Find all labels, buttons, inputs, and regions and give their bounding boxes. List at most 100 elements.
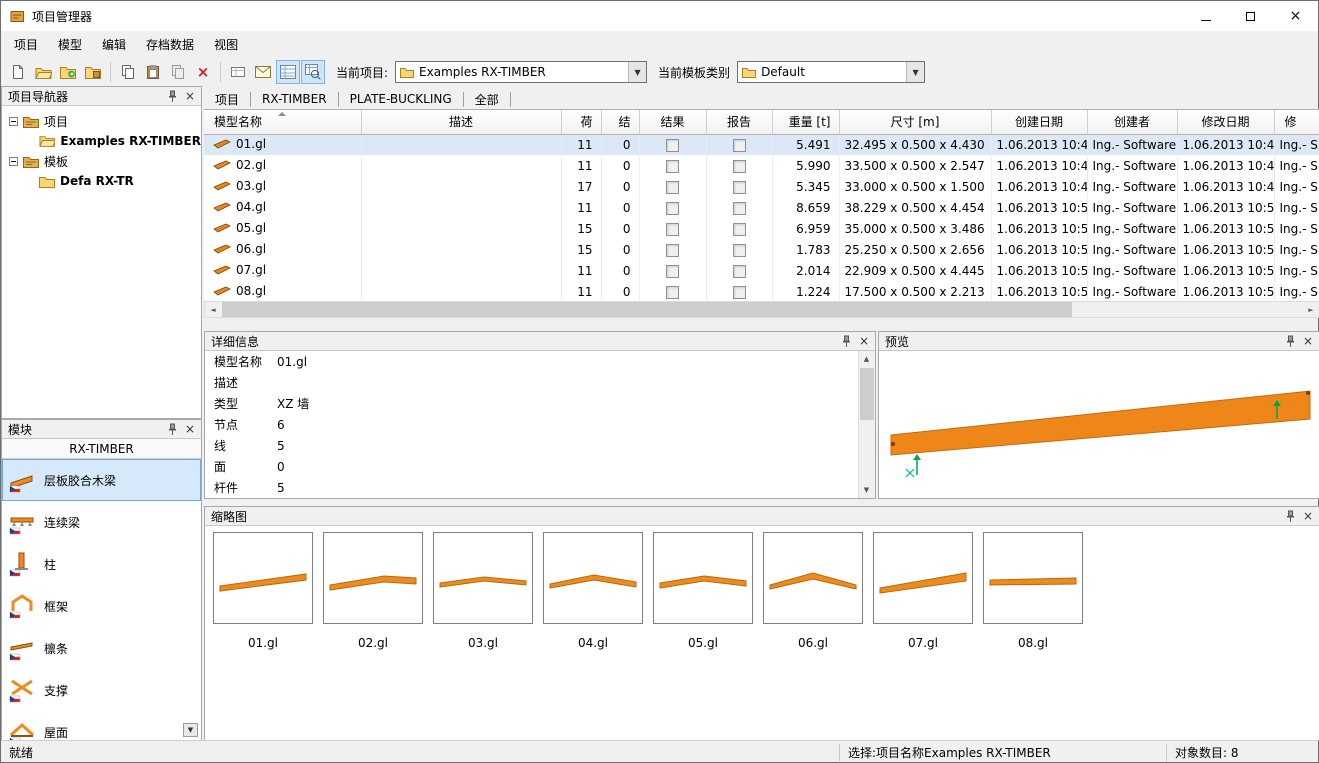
header-description[interactable]: 描述 xyxy=(361,110,561,134)
header-load-cases[interactable]: 荷 xyxy=(561,110,601,134)
report-checkbox[interactable] xyxy=(733,202,746,215)
results-checkbox[interactable] xyxy=(666,223,679,236)
modules-group-header[interactable]: RX-TIMBER xyxy=(2,439,201,459)
paste-button[interactable] xyxy=(141,60,165,84)
pin-icon[interactable] xyxy=(1282,334,1298,349)
header-weight[interactable]: 重量 [t] xyxy=(772,110,839,134)
results-checkbox[interactable] xyxy=(666,286,679,299)
preview-view-toggle[interactable] xyxy=(301,60,325,84)
header-results[interactable]: 结果 xyxy=(639,110,706,134)
current-project-combobox[interactable]: Examples RX-TIMBER ▼ xyxy=(395,61,647,83)
results-checkbox[interactable] xyxy=(666,181,679,194)
pin-icon[interactable] xyxy=(1282,509,1298,524)
thumbnail-item[interactable]: 01.gl xyxy=(213,532,313,650)
report-checkbox[interactable] xyxy=(733,286,746,299)
report-checkbox[interactable] xyxy=(733,139,746,152)
thumbnail-item[interactable]: 03.gl xyxy=(433,532,533,650)
open-project-button[interactable] xyxy=(31,60,55,84)
tree-node-templates[interactable]: 模板 xyxy=(2,151,201,171)
thumbnail-item[interactable]: 07.gl xyxy=(873,532,973,650)
module-item-glulam-beam[interactable]: 层板胶合木梁 xyxy=(2,459,201,501)
header-created[interactable]: 创建日期 xyxy=(991,110,1087,134)
pin-icon[interactable] xyxy=(838,334,854,349)
results-checkbox[interactable] xyxy=(666,160,679,173)
results-checkbox[interactable] xyxy=(666,139,679,152)
scroll-down-icon[interactable]: ▼ xyxy=(859,482,874,498)
tab-plate-buckling[interactable]: PLATE-BUCKLING xyxy=(339,92,464,107)
report-checkbox[interactable] xyxy=(733,265,746,278)
close-panel-icon[interactable]: × xyxy=(182,422,198,437)
scrollbar-thumb[interactable] xyxy=(860,368,874,420)
table-row[interactable]: 05.gl 15 0 6.959 35.000 x 0.500 x 3.486 … xyxy=(204,218,1319,239)
copy-button[interactable] xyxy=(116,60,140,84)
import-table-button[interactable] xyxy=(226,60,250,84)
details-vertical-scrollbar[interactable]: ▲ ▼ xyxy=(858,351,875,498)
tree-node-projects[interactable]: 项目 xyxy=(2,111,201,131)
thumbnail-item[interactable]: 08.gl xyxy=(983,532,1083,650)
results-checkbox[interactable] xyxy=(666,265,679,278)
modules-scroll-down-button[interactable]: ▼ xyxy=(183,723,198,737)
send-mail-button[interactable] xyxy=(251,60,275,84)
table-view-toggle[interactable] xyxy=(276,60,300,84)
tree-expand-toggle[interactable] xyxy=(9,157,18,166)
header-model-name[interactable]: 模型名称 xyxy=(204,110,361,134)
menu-archive-data[interactable]: 存档数据 xyxy=(136,32,204,58)
close-panel-icon[interactable]: × xyxy=(1300,334,1316,349)
table-horizontal-scrollbar[interactable]: ◄ ► xyxy=(204,301,1319,318)
menu-edit[interactable]: 编辑 xyxy=(92,32,136,58)
close-panel-icon[interactable]: × xyxy=(1300,509,1316,524)
report-checkbox[interactable] xyxy=(733,223,746,236)
report-checkbox[interactable] xyxy=(733,244,746,257)
minimize-button[interactable] xyxy=(1183,1,1228,31)
tree-node-default-template[interactable]: Defa RX-TR xyxy=(2,171,201,191)
module-item-continuous-beam[interactable]: 连续梁 xyxy=(2,501,201,543)
delete-button[interactable]: × xyxy=(191,60,215,84)
title-bar[interactable]: 项目管理器 × xyxy=(1,1,1318,31)
dropdown-arrow-icon[interactable]: ▼ xyxy=(628,62,646,82)
scrollbar-thumb[interactable] xyxy=(222,302,1072,317)
thumbnail-item[interactable]: 06.gl xyxy=(763,532,863,650)
pin-icon[interactable] xyxy=(164,89,180,104)
table-row[interactable]: 08.gl 11 0 1.224 17.500 x 0.500 x 2.213 … xyxy=(204,281,1319,302)
report-checkbox[interactable] xyxy=(733,160,746,173)
maximize-button[interactable] xyxy=(1228,1,1273,31)
header-result-cases[interactable]: 结 xyxy=(601,110,639,134)
header-modifier[interactable]: 修 xyxy=(1274,110,1319,134)
menu-model[interactable]: 模型 xyxy=(48,32,92,58)
scroll-right-icon[interactable]: ► xyxy=(1303,302,1319,317)
close-panel-icon[interactable]: × xyxy=(182,89,198,104)
menu-view[interactable]: 视图 xyxy=(204,32,248,58)
tab-project[interactable]: 项目 xyxy=(204,92,251,107)
scroll-left-icon[interactable]: ◄ xyxy=(205,302,221,317)
table-row[interactable]: 01.gl 11 0 5.491 32.495 x 0.500 x 4.430 … xyxy=(204,134,1319,155)
template-category-combobox[interactable]: Default ▼ xyxy=(737,61,925,83)
module-item-frame[interactable]: 框架 xyxy=(2,585,201,627)
table-row[interactable]: 02.gl 11 0 5.990 33.500 x 0.500 x 2.547 … xyxy=(204,155,1319,176)
archive-button[interactable] xyxy=(81,60,105,84)
module-item-roof[interactable]: 屋面 xyxy=(2,711,201,741)
menu-project[interactable]: 项目 xyxy=(4,32,48,58)
header-modified[interactable]: 修改日期 xyxy=(1177,110,1274,134)
new-project-button[interactable] xyxy=(6,60,30,84)
results-checkbox[interactable] xyxy=(666,244,679,257)
header-report[interactable]: 报告 xyxy=(706,110,772,134)
module-item-column[interactable]: 柱 xyxy=(2,543,201,585)
table-row[interactable]: 03.gl 17 0 5.345 33.000 x 0.500 x 1.500 … xyxy=(204,176,1319,197)
scroll-up-icon[interactable]: ▲ xyxy=(859,351,874,367)
dropdown-arrow-icon[interactable]: ▼ xyxy=(906,62,924,82)
thumbnail-item[interactable]: 04.gl xyxy=(543,532,643,650)
tab-all[interactable]: 全部 xyxy=(464,92,511,107)
table-row[interactable]: 04.gl 11 0 8.659 38.229 x 0.500 x 4.454 … xyxy=(204,197,1319,218)
header-size[interactable]: 尺寸 [m] xyxy=(839,110,991,134)
thumbnail-item[interactable]: 05.gl xyxy=(653,532,753,650)
report-checkbox[interactable] xyxy=(733,181,746,194)
close-button[interactable]: × xyxy=(1273,1,1318,31)
module-item-bracing[interactable]: 支撑 xyxy=(2,669,201,711)
results-checkbox[interactable] xyxy=(666,202,679,215)
thumbnail-item[interactable]: 02.gl xyxy=(323,532,423,650)
header-creator[interactable]: 创建者 xyxy=(1087,110,1177,134)
tree-expand-toggle[interactable] xyxy=(9,117,18,126)
table-row[interactable]: 06.gl 15 0 1.783 25.250 x 0.500 x 2.656 … xyxy=(204,239,1319,260)
pin-icon[interactable] xyxy=(164,422,180,437)
module-item-purlin[interactable]: 檩条 xyxy=(2,627,201,669)
